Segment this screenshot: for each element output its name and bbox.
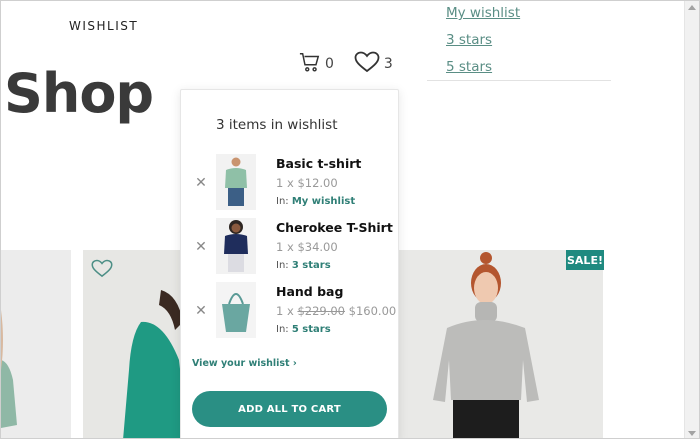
heart-icon xyxy=(354,51,380,73)
wishlist-item: ✕ Hand bag 1 x $229.00 $160.00 In: 5 sta… xyxy=(181,282,400,342)
wishlist-dropdown: 3 items in wishlist ✕ Basic t-shirt 1 x … xyxy=(180,89,400,438)
wishlist-count: 3 xyxy=(383,56,393,72)
wishlist-item-price: 1 x $229.00 $160.00 xyxy=(276,304,396,318)
item-qty: 1 x xyxy=(276,176,294,190)
cart-link[interactable]: 0 xyxy=(299,51,334,73)
wishlist-item-list: In: 5 stars xyxy=(276,324,331,335)
item-price: $12.00 xyxy=(297,176,338,190)
close-icon[interactable]: ✕ xyxy=(194,175,208,191)
menu-item-my-wishlist[interactable]: My wishlist xyxy=(446,5,520,21)
product-thumbnail[interactable] xyxy=(216,218,256,274)
menu-item-3-stars[interactable]: 3 stars xyxy=(446,32,492,48)
add-all-to-cart-button[interactable]: ADD ALL TO CART xyxy=(192,391,387,427)
vertical-scrollbar[interactable] xyxy=(684,1,699,438)
list-link[interactable]: 3 stars xyxy=(292,260,331,271)
wishlist-heading: 3 items in wishlist xyxy=(216,117,338,133)
list-link[interactable]: 5 stars xyxy=(292,324,331,335)
cart-icon xyxy=(299,51,321,73)
product-card[interactable] xyxy=(389,250,603,438)
in-label: In: xyxy=(276,260,289,271)
menu-item-5-stars[interactable]: 5 stars xyxy=(446,59,492,75)
wishlist-item-list: In: 3 stars xyxy=(276,260,331,271)
wishlist-item: ✕ Cherokee T-Shirt 1 x $34.00 In: 3 star… xyxy=(181,218,400,278)
product-card[interactable] xyxy=(1,250,71,438)
close-icon[interactable]: ✕ xyxy=(194,239,208,255)
list-link[interactable]: My wishlist xyxy=(292,196,355,207)
scroll-up-icon[interactable] xyxy=(688,5,696,10)
wishlist-item-name[interactable]: Basic t-shirt xyxy=(276,156,361,171)
wishlist-item: ✕ Basic t-shirt 1 x $12.00 In: My wishli… xyxy=(181,154,400,214)
site-brand[interactable]: WISHLIST xyxy=(69,19,138,33)
item-qty: 1 x xyxy=(276,304,294,318)
cart-count: 0 xyxy=(325,56,334,72)
browser-viewport: WISHLIST Shop 0 3 My wishlist 3 stars 5 … xyxy=(0,0,700,439)
wishlist-item-name[interactable]: Hand bag xyxy=(276,284,343,299)
page-title: Shop xyxy=(4,62,154,125)
wishlist-link[interactable]: 3 xyxy=(354,51,393,73)
wishlist-item-name[interactable]: Cherokee T-Shirt xyxy=(276,220,393,235)
sale-badge: SALE! xyxy=(566,250,604,270)
scroll-down-icon[interactable] xyxy=(688,431,696,436)
header-icons: 0 3 xyxy=(299,51,413,73)
wishlist-item-list: In: My wishlist xyxy=(276,196,355,207)
wishlist-item-price: 1 x $34.00 xyxy=(276,240,338,254)
in-label: In: xyxy=(276,196,289,207)
item-price: $160.00 xyxy=(348,304,397,318)
view-wishlist-link[interactable]: View your wishlist › xyxy=(192,358,297,369)
heart-icon[interactable] xyxy=(91,259,113,282)
item-qty: 1 x xyxy=(276,240,294,254)
product-thumbnail[interactable] xyxy=(216,154,256,210)
item-old-price: $229.00 xyxy=(297,304,345,318)
close-icon[interactable]: ✕ xyxy=(194,303,208,319)
in-label: In: xyxy=(276,324,289,335)
product-thumbnail[interactable] xyxy=(216,282,256,338)
item-price: $34.00 xyxy=(297,240,338,254)
wishlist-menu: My wishlist 3 stars 5 stars xyxy=(427,1,611,81)
wishlist-item-price: 1 x $12.00 xyxy=(276,176,338,190)
